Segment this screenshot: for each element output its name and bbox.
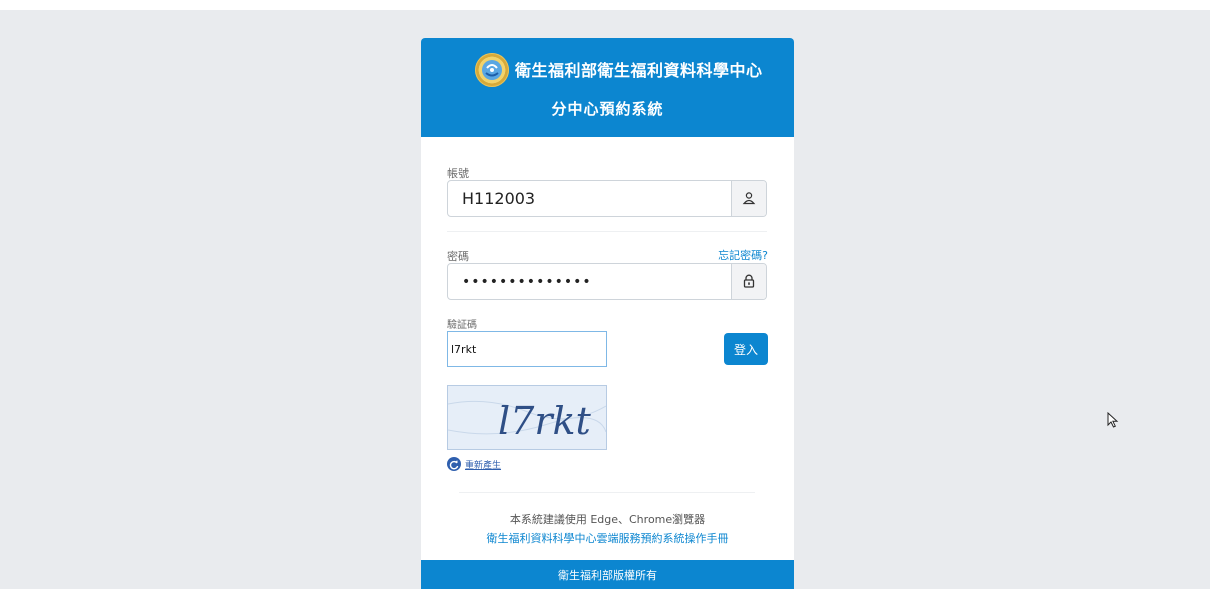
forgot-password-link[interactable]: 忘記密碼? [718, 247, 768, 263]
lock-icon [743, 274, 755, 288]
account-input-group [447, 180, 767, 217]
scrollbar-track [1210, 0, 1214, 589]
account-label: 帳號 [447, 167, 469, 180]
login-header: 衛生福利部衛生福利資料科學中心 分中心預約系統 [421, 38, 794, 137]
manual-link[interactable]: 衛生福利資料科學中心雲端服務預約系統操作手冊 [421, 530, 794, 546]
password-label: 密碼 [447, 250, 469, 263]
browser-note: 本系統建議使用 Edge、Chrome瀏覽器 [509, 513, 706, 526]
captcha-text: l7rkt [498, 399, 592, 443]
ministry-logo-icon [475, 53, 509, 87]
account-input[interactable] [448, 181, 733, 216]
refresh-captcha-link[interactable]: 重新產生 [465, 458, 501, 471]
password-input[interactable] [448, 264, 733, 299]
captcha-image: l7rkt [447, 385, 607, 450]
copyright-footer: 衛生福利部版權所有 [421, 560, 794, 589]
account-addon [731, 181, 766, 216]
login-card: 衛生福利部衛生福利資料科學中心 分中心預約系統 帳號 密碼 忘記密碼? 驗証碼 … [421, 38, 794, 589]
mouse-pointer-icon [1107, 411, 1119, 432]
password-addon [731, 264, 766, 299]
organization-name: 衛生福利部衛生福利資料科學中心 [515, 61, 763, 80]
password-input-group [447, 263, 767, 300]
refresh-captcha[interactable]: 重新產生 [447, 456, 501, 472]
section-divider [447, 231, 767, 232]
captcha-input[interactable] [447, 331, 607, 367]
system-name: 分中心預約系統 [551, 100, 664, 118]
footer-divider [459, 492, 755, 493]
login-button[interactable]: 登入 [724, 333, 768, 365]
captcha-label: 驗証碼 [447, 320, 477, 331]
refresh-icon[interactable] [447, 457, 461, 471]
user-icon [742, 192, 756, 205]
